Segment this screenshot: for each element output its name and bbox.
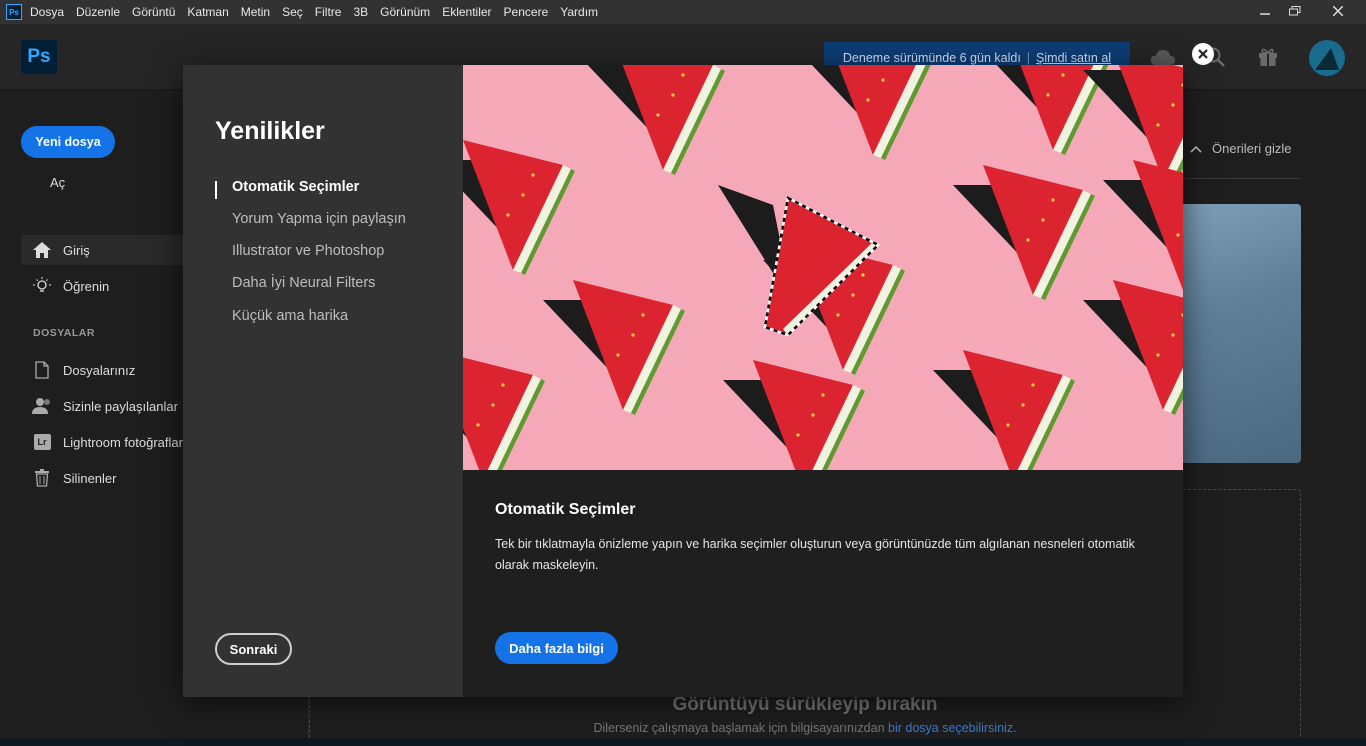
sidebar-item-label: Öğrenin (63, 278, 110, 294)
dialog-topic-panel: Yenilikler Otomatik Seçimler Yorum Yapma… (183, 65, 463, 697)
drop-zone-title: Görüntüyü sürükleyip bırakın (672, 694, 938, 715)
menu-plugins[interactable]: Eklentiler (442, 5, 491, 19)
menu-3d[interactable]: 3B (353, 5, 368, 19)
topic-neural-filters[interactable]: Daha İyi Neural Filters (232, 275, 375, 291)
sidebar-item-label: Lightroom fotoğrafları (63, 434, 187, 450)
drop-zone-subtitle-text: Dilerseniz çalışmaya başlamak için bilgi… (593, 721, 889, 735)
files-section-label: DOSYALAR (33, 327, 95, 339)
trash-icon (31, 467, 53, 489)
menu-view[interactable]: Görünüm (380, 5, 430, 19)
menu-window[interactable]: Pencere (504, 5, 549, 19)
topic-auto-selections[interactable]: Otomatik Seçimler (232, 179, 359, 195)
chevron-up-icon (1190, 141, 1202, 156)
feature-title: Otomatik Seçimler (495, 501, 636, 518)
dialog-title: Yenilikler (215, 117, 325, 145)
sidebar-item-label: Silinenler (63, 470, 117, 486)
topic-illustrator-photoshop[interactable]: Illustrator ve Photoshop (232, 243, 384, 259)
window-controls (1250, 0, 1366, 24)
minimize-icon[interactable] (1250, 0, 1280, 22)
close-window-icon[interactable] (1310, 0, 1366, 22)
learn-more-button[interactable]: Daha fazla bilgi (495, 632, 618, 664)
home-icon (31, 239, 53, 261)
next-button[interactable]: Sonraki (215, 633, 292, 665)
close-dialog-icon[interactable] (1192, 43, 1214, 65)
lightroom-icon: Lr (31, 431, 53, 453)
choose-file-link[interactable]: bir dosya seçebilirsiniz. (888, 721, 1017, 735)
menu-help[interactable]: Yardım (560, 5, 598, 19)
photoshop-logo[interactable]: Ps (21, 40, 57, 74)
active-topic-indicator (215, 181, 217, 199)
topic-share-for-review[interactable]: Yorum Yapma için paylaşın (232, 211, 406, 227)
sidebar-item-label: Sizinle paylaşılanlar (63, 398, 178, 414)
drop-zone-subtitle: Dilerseniz çalışmaya başlamak için bilgi… (309, 721, 1301, 735)
divider (1183, 178, 1301, 179)
menu-bar: Ps Dosya Düzenle Görüntü Katman Metin Se… (0, 0, 1366, 24)
menu-select[interactable]: Seç (282, 5, 303, 19)
lightbulb-icon (31, 275, 53, 297)
new-file-button[interactable]: Yeni dosya (21, 126, 115, 158)
suggestion-card-image[interactable] (1183, 204, 1301, 463)
watermelon-illustration (463, 65, 1183, 470)
menu-edit[interactable]: Düzenle (76, 5, 120, 19)
gift-icon[interactable] (1255, 44, 1281, 70)
buy-now-link[interactable]: Şimdi satın al (1036, 51, 1111, 65)
feature-description: Tek bir tıklatmayla önizleme yapın ve ha… (495, 537, 1135, 572)
restore-icon[interactable] (1280, 0, 1310, 22)
menu-layer[interactable]: Katman (187, 5, 228, 19)
menu-type[interactable]: Metin (241, 5, 270, 19)
open-button[interactable]: Aç (50, 175, 65, 190)
avatar[interactable] (1309, 40, 1345, 76)
hide-suggestions-label: Önerileri gizle (1212, 141, 1292, 156)
menu-filter[interactable]: Filtre (315, 5, 342, 19)
topic-small-but-great[interactable]: Küçük ama harika (232, 308, 348, 324)
hide-suggestions-button[interactable]: Önerileri gizle (1190, 141, 1291, 156)
taskbar (0, 738, 1366, 746)
feature-image (463, 65, 1183, 470)
trial-separator: | (1026, 51, 1031, 65)
trial-days-text: Deneme sürümünde 6 gün kaldı (842, 51, 1021, 65)
sidebar-item-label: Giriş (63, 242, 90, 258)
menu-image[interactable]: Görüntü (132, 5, 175, 19)
menu-file[interactable]: Dosya (30, 5, 64, 19)
photoshop-app-icon: Ps (6, 4, 22, 20)
whats-new-dialog: Yenilikler Otomatik Seçimler Yorum Yapma… (183, 65, 1183, 697)
sidebar-item-label: Dosyalarınız (63, 362, 136, 378)
file-icon (31, 359, 53, 381)
shared-users-icon (31, 395, 53, 417)
